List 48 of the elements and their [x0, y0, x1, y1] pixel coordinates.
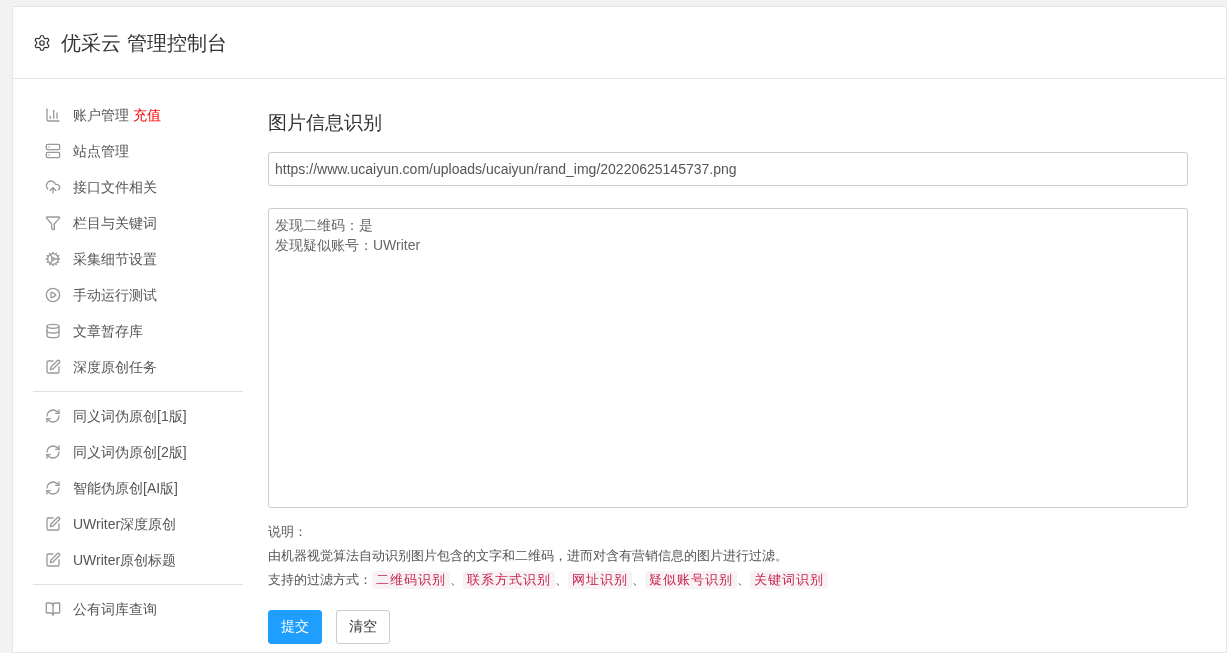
method-tag: 网址识别 [568, 570, 632, 589]
sidebar-item[interactable]: 深度原创任务 [33, 349, 243, 385]
method-tag: 二维码识别 [372, 570, 450, 589]
sidebar-item[interactable]: 采集细节设置 [33, 241, 243, 277]
sidebar-item[interactable]: UWriter深度原创 [33, 506, 243, 542]
section-title: 图片信息识别 [268, 111, 383, 135]
cloud-upload-icon [45, 179, 61, 195]
refresh-icon [45, 444, 61, 460]
play-icon [45, 287, 61, 303]
sidebar-item[interactable]: 账户管理 充值 [33, 97, 243, 133]
sidebar-item[interactable]: 站点管理 [33, 133, 243, 169]
sidebar-item[interactable]: 公有词库查询 [33, 591, 243, 627]
result-line: 发现疑似账号：UWriter [275, 235, 422, 255]
app-title: 优采云 管理控制台 [61, 30, 227, 56]
refresh-icon [45, 480, 61, 496]
refresh-icon [45, 408, 61, 424]
filter-icon [45, 215, 61, 231]
edit-icon [45, 359, 61, 375]
settings-icon [33, 33, 51, 52]
sidebar-item[interactable]: 同义词伪原创[1版] [33, 398, 243, 434]
clear-button[interactable]: 清空 [336, 609, 390, 644]
server-icon [45, 143, 61, 159]
method-tag: 联系方式识别 [463, 570, 555, 589]
edit-icon [45, 516, 61, 532]
result-line: 发现二维码：是 [275, 215, 374, 235]
url-field[interactable]: https://www.ucaiyun.com/uploads/ucaiyun/rand_img/20220625145737.png [268, 151, 1188, 186]
sidebar-item[interactable]: UWriter原创标题 [33, 542, 243, 578]
book-icon [45, 601, 61, 617]
note-text: 由机器视觉算法自动识别图片包含的文字和二维码，进而对含有营销信息的图片进行过滤。 [268, 546, 789, 565]
separator: 、 [737, 570, 750, 589]
sidebar-item[interactable]: 栏目与关键词 [33, 205, 243, 241]
result-area[interactable]: 发现二维码：是 发现疑似账号：UWriter [268, 207, 1188, 508]
bar-chart-icon [45, 107, 61, 123]
sidebar-item[interactable]: 手动运行测试 [33, 277, 243, 313]
sidebar-item[interactable]: 智能伪原创[AI版] [33, 470, 243, 506]
edit-icon [45, 552, 61, 568]
database-icon [45, 323, 61, 339]
sidebar-item[interactable]: 同义词伪原创[2版] [33, 434, 243, 470]
separator: 、 [450, 570, 463, 589]
sidebar-item[interactable]: 文章暂存库 [33, 313, 243, 349]
method-tag: 疑似账号识别 [645, 570, 737, 589]
separator: 、 [555, 570, 568, 589]
note-label: 说明： [268, 522, 308, 541]
sidebar-item[interactable]: 接口文件相关 [33, 169, 243, 205]
gear-icon [45, 251, 61, 267]
separator: 、 [632, 570, 645, 589]
methods-label: 支持的过滤方式： [268, 570, 372, 589]
method-tag: 关键词识别 [750, 570, 828, 589]
